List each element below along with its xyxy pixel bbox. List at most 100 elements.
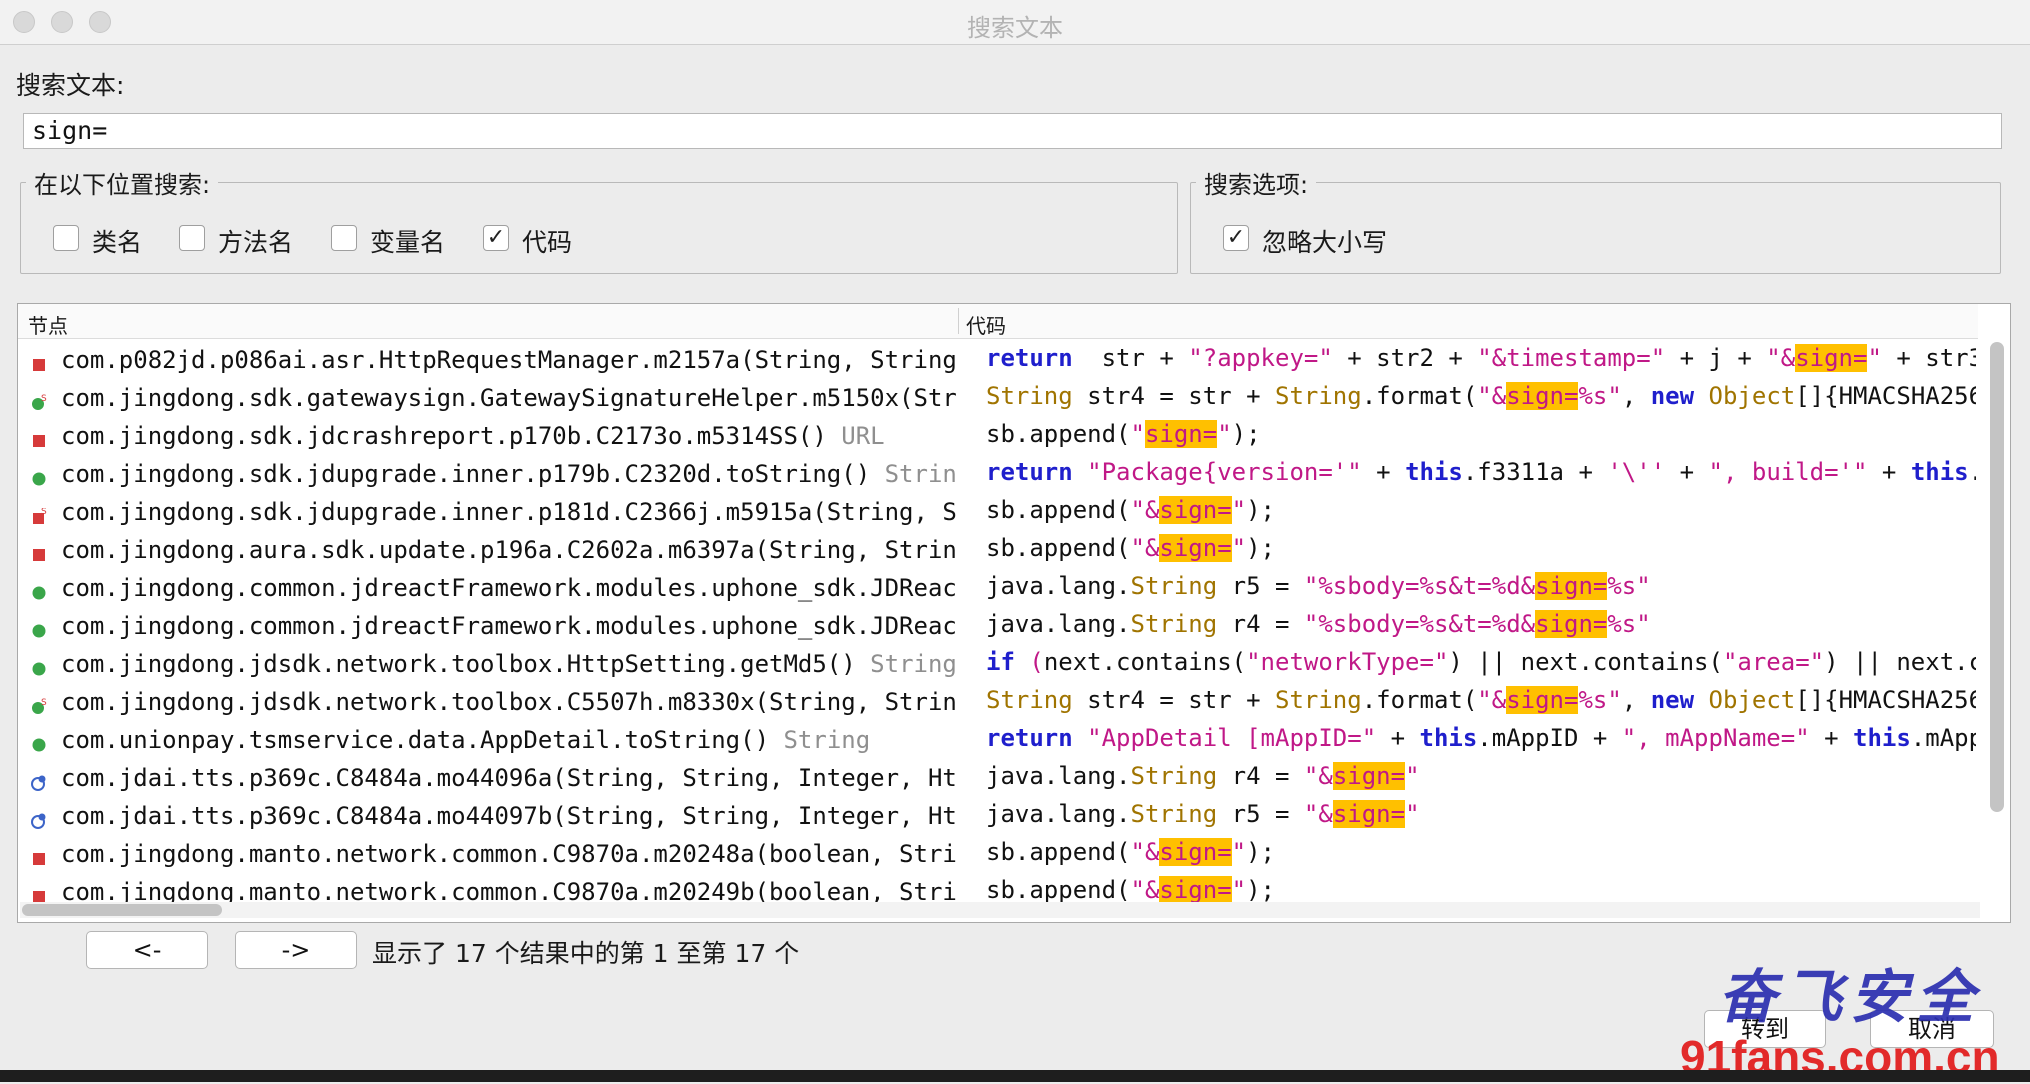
code-token: new: [1650, 382, 1695, 410]
background-strip: [0, 1070, 2030, 1082]
node-signature: com.jingdong.sdk.jdupgrade.inner.p181d.C…: [61, 498, 958, 526]
code-token: ) || next.con: [1824, 648, 1976, 676]
code-token: );: [1246, 496, 1276, 524]
node-return-type: String: [769, 726, 871, 754]
code-token: this: [1910, 458, 1969, 486]
node-cell: com.jingdong.aura.sdk.update.p196a.C2602…: [18, 532, 958, 570]
table-row[interactable]: Scom.jingdong.jdsdk.network.toolbox.C550…: [18, 684, 1978, 722]
table-row[interactable]: com.jingdong.common.jdreactFramework.mod…: [18, 608, 1978, 646]
code-token: Object: [1708, 686, 1796, 714]
code-token: sb.append(: [986, 496, 1131, 524]
ignore-case-checkbox[interactable]: ✓: [1223, 225, 1249, 251]
results-rows: com.p082jd.p086ai.asr.HttpRequestManager…: [18, 342, 1978, 912]
table-row[interactable]: com.jingdong.aura.sdk.update.p196a.C2602…: [18, 532, 1978, 570]
next-page-button[interactable]: ->: [235, 931, 357, 969]
table-row[interactable]: com.jdai.tts.p369c.C8484a.mo44097b(Strin…: [18, 798, 1978, 836]
table-row[interactable]: Scom.jingdong.sdk.gatewaysign.GatewaySig…: [18, 380, 1978, 418]
node-name: com.jingdong.common.jdreactFramework.mod…: [61, 574, 958, 602]
horizontal-scrollbar[interactable]: [20, 902, 1980, 918]
node-signature: com.jingdong.jdsdk.network.toolbox.C5507…: [61, 688, 958, 716]
code-token: this: [1405, 458, 1463, 486]
code-token: "&: [1477, 686, 1507, 714]
table-row[interactable]: com.jingdong.sdk.jdcrashreport.p170b.C21…: [18, 418, 1978, 456]
code-token: (: [1014, 648, 1044, 676]
code-token: ", mAppName=": [1621, 724, 1810, 752]
node-cell: com.p082jd.p086ai.asr.HttpRequestManager…: [18, 342, 958, 380]
table-row[interactable]: com.jingdong.sdk.jdupgrade.inner.p179b.C…: [18, 456, 1978, 494]
code-label: 代码: [522, 228, 573, 257]
method-name-checkbox[interactable]: [179, 225, 205, 251]
match-highlight: sign=: [1159, 534, 1232, 562]
variable-name-checkbox[interactable]: [331, 225, 357, 251]
title-bar: 搜索文本: [0, 0, 2030, 45]
previous-page-button[interactable]: <-: [86, 931, 208, 969]
search-scope-title: 在以下位置搜索:: [26, 165, 219, 200]
code-cell: java.lang.String r5 = "&sign=": [986, 800, 1976, 838]
node-return-type: String: [884, 460, 958, 488]
search-input[interactable]: sign=: [23, 113, 2002, 149]
code-token: Object: [1708, 382, 1796, 410]
node-column-header[interactable]: 节点: [28, 310, 68, 339]
code-token: +: [1376, 724, 1420, 752]
code-token: ": [1231, 838, 1247, 866]
match-highlight: sign=: [1159, 496, 1232, 524]
red-square-method-icon: [30, 352, 48, 371]
node-cell: com.jingdong.sdk.jdupgrade.inner.p179b.C…: [18, 456, 958, 494]
table-row[interactable]: com.p082jd.p086ai.asr.HttpRequestManager…: [18, 342, 1978, 380]
code-token: %s": [1578, 686, 1622, 714]
code-token: "&: [1477, 382, 1507, 410]
code-token: return: [986, 344, 1073, 372]
node-name: com.jingdong.sdk.jdupgrade.inner.p181d.C…: [61, 498, 958, 526]
code-token: .mAppNa: [1910, 724, 1976, 752]
code-token: "&timestamp=": [1477, 344, 1666, 372]
node-signature: com.jingdong.sdk.gatewaysign.GatewaySign…: [61, 384, 958, 412]
watermark-logo: 奋飞安全: [1718, 963, 1983, 1031]
node-name: com.jingdong.sdk.gatewaysign.GatewaySign…: [61, 384, 958, 412]
code-token: []{HMACSHA256}): [1795, 686, 1976, 714]
green-circle-static-icon: S: [30, 694, 48, 714]
code-token: sb.append(: [986, 534, 1131, 562]
code-checkbox[interactable]: ✓: [483, 225, 509, 251]
code-token: ,: [1621, 686, 1651, 714]
svg-text:S: S: [41, 698, 47, 708]
code-token: ,: [1621, 382, 1651, 410]
code-cell: sb.append("sign=");: [986, 420, 1976, 458]
node-cell: com.jingdong.common.jdreactFramework.mod…: [18, 608, 958, 646]
vertical-scroll-thumb[interactable]: [1990, 342, 2004, 812]
code-token: %s": [1607, 610, 1651, 638]
code-column-header[interactable]: 代码: [966, 310, 1006, 339]
code-token: +: [1361, 458, 1406, 486]
code-token: java.lang.: [986, 610, 1131, 638]
node-signature: com.jingdong.sdk.jdupgrade.inner.p179b.C…: [61, 460, 871, 488]
column-divider[interactable]: [958, 308, 959, 334]
table-row[interactable]: com.jingdong.jdsdk.network.toolbox.HttpS…: [18, 646, 1978, 684]
node-signature: com.jingdong.sdk.jdcrashreport.p170b.C21…: [61, 422, 827, 450]
table-row[interactable]: com.jdai.tts.p369c.C8484a.mo44096a(Strin…: [18, 760, 1978, 798]
code-token: ": [1130, 420, 1145, 448]
code-token: ": [1405, 762, 1420, 790]
method-name-label: 方法名: [218, 228, 294, 257]
table-row[interactable]: com.jingdong.common.jdreactFramework.mod…: [18, 570, 1978, 608]
code-token: .f3311a +: [1462, 458, 1608, 486]
node-return-type: String: [855, 650, 957, 678]
node-cell: com.jingdong.jdsdk.network.toolbox.HttpS…: [18, 646, 958, 684]
svg-text:S: S: [41, 394, 47, 404]
code-token: );: [1246, 876, 1276, 904]
horizontal-scroll-thumb[interactable]: [22, 904, 222, 916]
code-token: "&: [1130, 876, 1160, 904]
node-signature: com.jingdong.aura.sdk.update.p196a.C2602…: [61, 536, 958, 564]
blue-sync-method-icon: [30, 808, 48, 829]
node-cell: com.jdai.tts.p369c.C8484a.mo44096a(Strin…: [18, 760, 958, 798]
table-row[interactable]: com.unionpay.tsmservice.data.AppDetail.t…: [18, 722, 1978, 760]
table-row[interactable]: Scom.jingdong.sdk.jdupgrade.inner.p181d.…: [18, 494, 1978, 532]
match-highlight: sign=: [1535, 572, 1608, 600]
table-row[interactable]: com.jingdong.manto.network.common.C9870a…: [18, 836, 1978, 874]
vertical-scrollbar[interactable]: [1990, 342, 2004, 902]
code-cell: sb.append("&sign=");: [986, 838, 1976, 876]
match-highlight: sign=: [1535, 610, 1608, 638]
red-square-method-icon: [30, 846, 48, 865]
class-name-checkbox[interactable]: [53, 225, 79, 251]
